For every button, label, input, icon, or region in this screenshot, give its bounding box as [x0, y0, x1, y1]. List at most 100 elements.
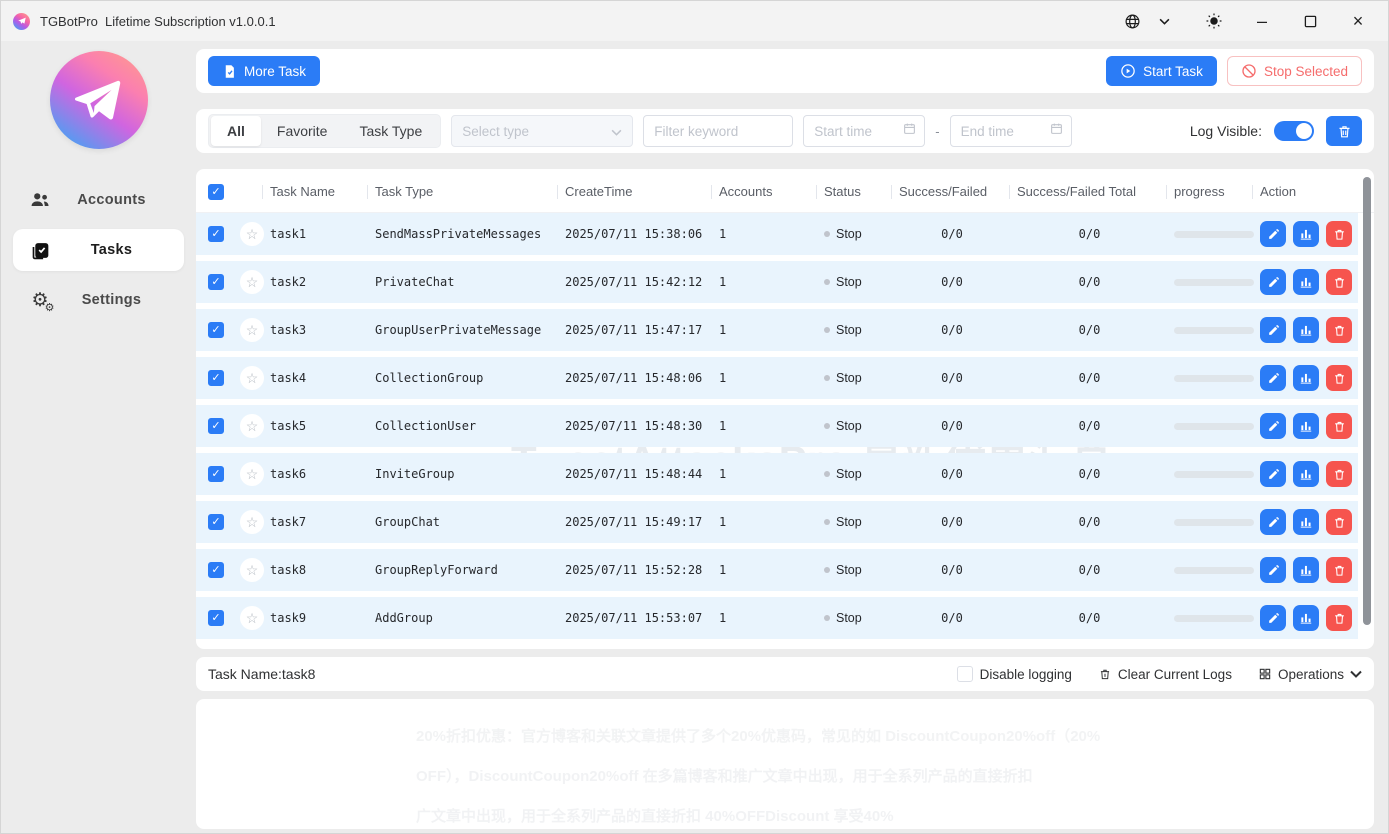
favorite-star-icon[interactable]: ☆ [240, 270, 264, 294]
edit-task-button[interactable] [1260, 605, 1286, 631]
tab-all[interactable]: All [211, 116, 261, 146]
checkbox-box[interactable]: ✓ [957, 666, 973, 682]
status-text: Stop [836, 563, 862, 577]
success-failed-total-cell: 0/0 [1011, 467, 1168, 481]
delete-task-button[interactable] [1326, 461, 1352, 487]
row-checkbox[interactable]: ✓ [208, 370, 224, 386]
table-row: ✓☆task4CollectionGroup2025/07/11 15:48:0… [196, 357, 1358, 399]
sidebar-item-settings[interactable]: ⚙⚙ Settings [13, 279, 184, 321]
delete-tasks-button[interactable] [1326, 116, 1362, 146]
table-scrollbar[interactable] [1363, 177, 1371, 639]
log-visible-toggle[interactable] [1274, 121, 1314, 141]
header-progress[interactable]: progress [1168, 184, 1254, 199]
row-checkbox[interactable]: ✓ [208, 562, 224, 578]
minimize-button[interactable]: – [1242, 6, 1282, 36]
header-action: Action [1254, 184, 1374, 199]
task-stats-button[interactable] [1293, 413, 1319, 439]
end-time-field[interactable] [961, 124, 1044, 139]
favorite-star-icon[interactable]: ☆ [240, 222, 264, 246]
success-failed-cell: 0/0 [893, 371, 1011, 385]
task-stats-button[interactable] [1293, 269, 1319, 295]
favorite-star-icon[interactable]: ☆ [240, 606, 264, 630]
favorite-star-icon[interactable]: ☆ [240, 318, 264, 342]
chevron-down-icon [1350, 670, 1362, 678]
task-stats-button[interactable] [1293, 317, 1319, 343]
tab-favorite[interactable]: Favorite [261, 116, 344, 146]
task-type-cell: GroupReplyForward [369, 563, 559, 577]
row-checkbox[interactable]: ✓ [208, 466, 224, 482]
header-success-failed-total[interactable]: Success/Failed Total [1011, 184, 1168, 199]
header-createtime[interactable]: CreateTime [559, 184, 713, 199]
more-task-button[interactable]: More Task [208, 56, 320, 86]
edit-task-button[interactable] [1260, 317, 1286, 343]
delete-task-button[interactable] [1326, 269, 1352, 295]
row-checkbox[interactable]: ✓ [208, 418, 224, 434]
header-task-name[interactable]: Task Name [264, 184, 369, 199]
edit-task-button[interactable] [1260, 461, 1286, 487]
delete-task-button[interactable] [1326, 221, 1352, 247]
row-checkbox[interactable]: ✓ [208, 514, 224, 530]
language-globe-icon[interactable] [1112, 6, 1152, 36]
close-button[interactable]: × [1338, 6, 1378, 36]
title-bar: TGBotPro Lifetime Subscription v1.0.0.1 [1, 1, 1388, 41]
delete-task-button[interactable] [1326, 365, 1352, 391]
status-cell: Stop [818, 467, 893, 481]
end-time-input[interactable] [950, 115, 1072, 147]
favorite-star-icon[interactable]: ☆ [240, 510, 264, 534]
edit-task-button[interactable] [1260, 221, 1286, 247]
row-checkbox[interactable]: ✓ [208, 274, 224, 290]
sidebar-item-accounts[interactable]: Accounts [13, 179, 184, 221]
start-time-input[interactable] [803, 115, 925, 147]
task-stats-button[interactable] [1293, 557, 1319, 583]
favorite-star-icon[interactable]: ☆ [240, 558, 264, 582]
tab-task-type[interactable]: Task Type [343, 116, 438, 146]
task-stats-button[interactable] [1293, 365, 1319, 391]
theme-sun-icon[interactable] [1194, 6, 1234, 36]
maximize-button[interactable] [1290, 6, 1330, 36]
task-stats-button[interactable] [1293, 461, 1319, 487]
task-type-select[interactable]: Select type [451, 115, 633, 147]
favorite-star-icon[interactable]: ☆ [240, 366, 264, 390]
edit-task-button[interactable] [1260, 557, 1286, 583]
sidebar-item-tasks[interactable]: Tasks [13, 229, 184, 271]
favorite-star-icon[interactable]: ☆ [240, 462, 264, 486]
status-dot [824, 375, 830, 381]
success-failed-total-cell: 0/0 [1011, 515, 1168, 529]
operations-dropdown[interactable]: Operations [1258, 667, 1362, 682]
scrollbar-thumb[interactable] [1363, 177, 1371, 625]
delete-task-button[interactable] [1326, 509, 1352, 535]
row-checkbox[interactable]: ✓ [208, 610, 224, 626]
log-content-area[interactable]: 20%折扣优惠：官方博客和关联文章提供了多个20%优惠码，常见的如 Discou… [196, 699, 1374, 829]
task-stats-button[interactable] [1293, 221, 1319, 247]
favorite-star-icon[interactable]: ☆ [240, 414, 264, 438]
start-time-field[interactable] [814, 124, 897, 139]
success-failed-total-cell: 0/0 [1011, 563, 1168, 577]
row-checkbox[interactable]: ✓ [208, 322, 224, 338]
edit-task-button[interactable] [1260, 365, 1286, 391]
task-stats-button[interactable] [1293, 605, 1319, 631]
delete-task-button[interactable] [1326, 605, 1352, 631]
start-task-button[interactable]: Start Task [1106, 56, 1217, 86]
header-accounts[interactable]: Accounts [713, 184, 818, 199]
createtime-cell: 2025/07/11 15:53:07 [559, 611, 713, 625]
delete-task-button[interactable] [1326, 413, 1352, 439]
keyword-input[interactable] [643, 115, 793, 147]
header-success-failed[interactable]: Success/Failed [893, 184, 1011, 199]
status-text: Stop [836, 611, 862, 625]
disable-logging-checkbox[interactable]: ✓ Disable logging [957, 666, 1072, 682]
app-window: TGBotPro Lifetime Subscription v1.0.0.1 [0, 0, 1389, 834]
clear-current-logs-button[interactable]: Clear Current Logs [1098, 667, 1232, 682]
task-stats-button[interactable] [1293, 509, 1319, 535]
row-checkbox[interactable]: ✓ [208, 226, 224, 242]
language-chevron-down-icon[interactable] [1154, 6, 1174, 36]
status-cell: Stop [818, 371, 893, 385]
delete-task-button[interactable] [1326, 557, 1352, 583]
edit-task-button[interactable] [1260, 413, 1286, 439]
delete-task-button[interactable] [1326, 317, 1352, 343]
select-all-checkbox[interactable]: ✓ [208, 184, 224, 200]
header-task-type[interactable]: Task Type [369, 184, 559, 199]
stop-selected-button[interactable]: Stop Selected [1227, 56, 1362, 86]
header-status[interactable]: Status [818, 184, 893, 199]
edit-task-button[interactable] [1260, 269, 1286, 295]
edit-task-button[interactable] [1260, 509, 1286, 535]
